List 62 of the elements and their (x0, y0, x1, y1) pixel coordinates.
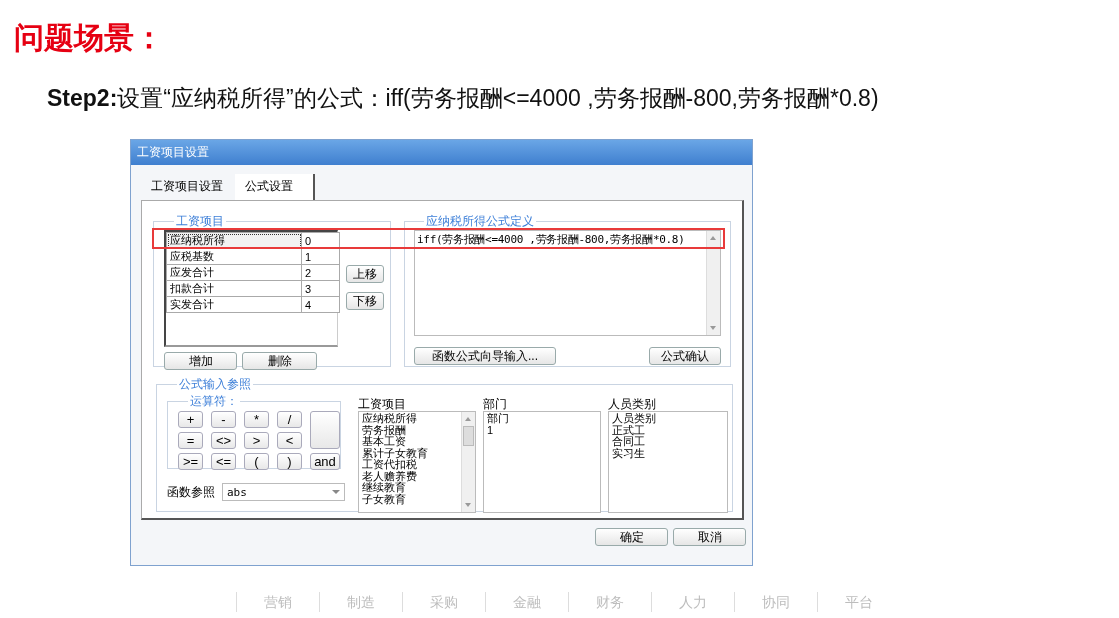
operator-key[interactable]: ( (244, 453, 269, 470)
list-item[interactable]: 人员类别 (612, 413, 724, 425)
list-item[interactable]: 合同工 (612, 436, 724, 448)
confirm-formula-button[interactable]: 公式确认 (649, 347, 721, 365)
list-item[interactable]: 工资代扣税 (362, 459, 458, 471)
operator-key[interactable]: > (244, 432, 269, 449)
list-item[interactable]: 劳务报酬 (362, 424, 458, 436)
move-button[interactable]: 下移 (346, 292, 384, 310)
add-button[interactable]: 增加 (164, 352, 237, 370)
list-header: 工资项目 (358, 397, 407, 411)
group-label: 应纳税所得公式定义 (425, 213, 535, 230)
list-item[interactable]: 累计子女教育 (362, 447, 458, 459)
operator-key[interactable]: / (277, 411, 302, 428)
list-header: 部门 (483, 397, 508, 411)
operator-key[interactable]: ) (277, 453, 302, 470)
field-label: 函数参照 (167, 483, 215, 501)
group-label: 公式输入参照 (178, 376, 252, 393)
group-label: 工资项目 (175, 213, 225, 230)
delete-button[interactable]: 删除 (242, 352, 317, 370)
list-item[interactable]: 实习生 (612, 447, 724, 459)
group-label: 运算符： (189, 393, 239, 410)
list-item[interactable]: 基本工资 (362, 436, 458, 448)
operator-key[interactable]: >= (178, 453, 203, 470)
function-dropdown[interactable]: abs (222, 483, 345, 501)
wizard-button[interactable]: 函数公式向导输入... (414, 347, 556, 365)
list-item[interactable]: 老人赡养费 (362, 470, 458, 482)
ok-button[interactable]: 确定 (595, 528, 668, 546)
blank-key[interactable] (310, 411, 340, 449)
table-cell[interactable]: 应纳税所得 (166, 232, 302, 249)
scrollbar[interactable] (461, 412, 475, 512)
table-cell[interactable]: 应发合计 (166, 264, 302, 281)
list-item[interactable]: 正式工 (612, 424, 724, 436)
list-header: 人员类别 (608, 397, 657, 411)
list-item[interactable]: 应纳税所得 (362, 413, 458, 425)
tab[interactable]: 公式设置 (235, 174, 315, 200)
tab[interactable]: 工资项目设置 (141, 174, 235, 200)
formula-field[interactable]: iff(劳务报酬<=4000 ,劳务报酬-800,劳务报酬*0.8) (414, 230, 721, 336)
cancel-button[interactable]: 取消 (673, 528, 746, 546)
table-cell: 3 (301, 280, 340, 297)
window-title: 工资项目设置 (131, 140, 752, 165)
list-item[interactable]: 部门 (487, 413, 597, 425)
table-cell[interactable]: 实发合计 (166, 296, 302, 313)
list-item[interactable]: 子女教育 (362, 493, 458, 505)
table-cell: 4 (301, 296, 340, 313)
table-cell[interactable]: 扣款合计 (166, 280, 302, 297)
scrollbar[interactable] (706, 231, 720, 335)
operator-key[interactable]: + (178, 411, 203, 428)
operator-key[interactable]: <= (211, 453, 236, 470)
operator-key[interactable]: * (244, 411, 269, 428)
table-cell[interactable]: 应税基数 (166, 248, 302, 265)
table-cell: 2 (301, 264, 340, 281)
operator-key[interactable]: <> (211, 432, 236, 449)
operator-key[interactable]: = (178, 432, 203, 449)
step-text: Step2:设置“应纳税所得”的公式：iff(劳务报酬<=4000 ,劳务报酬-800,劳务报酬*0.8) (47, 84, 879, 113)
table-cell: 1 (301, 248, 340, 265)
move-button[interactable]: 上移 (346, 265, 384, 283)
operator-key[interactable]: < (277, 432, 302, 449)
operator-key[interactable]: and (310, 453, 340, 470)
slide-title: 问题场景： (14, 19, 164, 57)
list-item[interactable]: 继续教育 (362, 482, 458, 494)
list-item[interactable]: 1 (487, 424, 597, 436)
operator-key[interactable]: - (211, 411, 236, 428)
